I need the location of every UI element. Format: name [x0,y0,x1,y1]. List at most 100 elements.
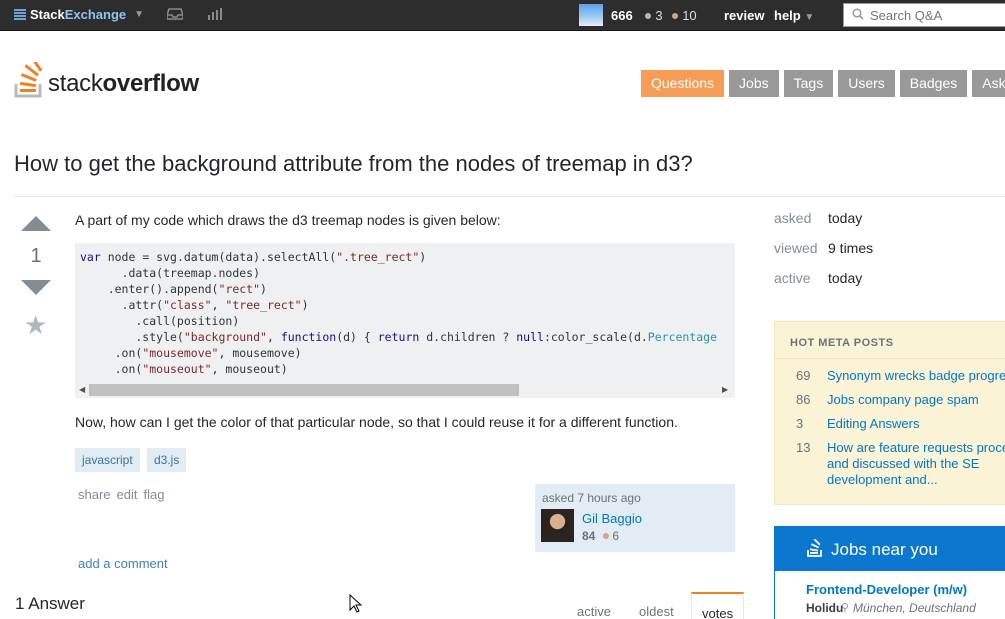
stat-value[interactable]: today [828,270,862,286]
code-line: .on("mousemove", mousemove) [80,346,302,360]
stackexchange-icon [14,8,26,21]
bronze-badge-icon [672,13,679,19]
code-line: .style("background", function(d) { retur… [80,330,718,344]
reputation-count: 666 [611,8,633,23]
favorite-star-icon[interactable]: ★ [24,310,47,341]
jobs-near-you: Jobs near you Frontend-Developer (m/w) H… [774,526,1005,619]
vote-count: 1 [30,245,42,267]
owner-reputation: 84 6 [582,529,619,543]
tag-javascript[interactable]: javascript [75,448,140,472]
add-comment-link[interactable]: add a comment [78,556,168,571]
code-line: .enter().append("rect") [80,282,267,296]
flag-link[interactable]: flag [144,487,165,502]
code-horizontal-scrollbar[interactable]: ◀ ▶ [75,382,735,398]
jobs-header: Jobs near you [775,527,1005,571]
mouse-cursor-icon [349,594,362,613]
search-input[interactable] [870,7,1000,23]
hot-meta-posts: HOT META POSTS 69 Synonym wrecks badge pr… [774,321,1005,505]
scrollbar-thumb[interactable] [89,384,519,396]
reputation-summary[interactable]: 666 3 10 [611,8,697,23]
main-nav: Questions Jobs Tags Users Badges Ask [641,70,1005,97]
sort-tab-votes[interactable]: votes [691,592,745,619]
stat-viewed: viewed 9 times [774,240,873,256]
downvote-button[interactable] [21,280,51,295]
stackoverflow-icon [807,538,823,562]
meta-post-count: 69 [796,368,811,383]
sort-tab-oldest[interactable]: oldest [639,604,674,619]
logo-stack: stack [48,70,103,97]
upvote-button[interactable] [21,216,51,231]
question-intro: A part of my code which draws the d3 tre… [75,212,501,228]
sort-tab-active[interactable]: active [577,604,611,619]
achievements-icon[interactable] [207,8,223,23]
nav-questions[interactable]: Questions [641,70,725,97]
question-followup: Now, how can I get the color of that par… [75,414,678,430]
brand-stack: Stack [30,7,65,22]
owner-bronze-count: 6 [612,529,620,543]
code-line: .call(position) [80,314,240,328]
jobs-heading: Jobs near you [831,540,938,559]
stat-label: asked [774,210,812,226]
answers-heading: 1 Answer [15,594,85,613]
nav-badges[interactable]: Badges [899,70,968,97]
stat-label: viewed [774,240,818,256]
top-bar: Stack Exchange ▼ 666 3 10 review help ▼ [0,0,1005,31]
stat-value: 9 times [828,240,874,256]
tag-d3js[interactable]: d3.js [147,448,187,472]
code-line: .data(treemap.nodes) [80,266,261,280]
logo-overflow: overflow [102,70,200,97]
help-link[interactable]: help ▼ [774,8,814,23]
title-divider [14,196,1005,197]
search-icon [852,7,864,23]
meta-heading: HOT META POSTS [790,337,894,349]
silver-badge-icon [645,13,652,19]
nav-jobs[interactable]: Jobs [729,70,779,97]
post-owner-card: asked 7 hours ago Gil Baggio 84 6 [535,484,735,552]
search-box[interactable] [843,3,1005,27]
post-menu: share edit flag [78,487,164,502]
help-label: help [774,8,801,23]
location-pin-icon: ⚲ [841,602,850,614]
job-title-link[interactable]: Frontend-Developer (m/w) [806,582,967,597]
job-company: Holidu [806,601,844,615]
user-avatar[interactable] [579,4,603,26]
edit-link[interactable]: edit [117,487,138,502]
chevron-down-icon: ▼ [134,9,145,20]
meta-post-title[interactable]: Editing Answers [827,416,1005,432]
scroll-right-icon[interactable]: ▶ [722,385,728,394]
meta-post-title[interactable]: Synonym wrecks badge progre [827,368,1005,384]
owner-name[interactable]: Gil Baggio [582,511,642,526]
chevron-down-icon: ▼ [804,12,815,23]
nav-ask[interactable]: Ask [972,70,1005,97]
share-link[interactable]: share [78,487,111,502]
stat-label: active [774,270,811,286]
meta-post-count: 86 [796,392,811,407]
brand-exchange: Exchange [64,7,127,22]
review-link[interactable]: review [724,8,764,23]
stackoverflow-icon [14,56,44,98]
meta-post-count: 3 [796,416,804,431]
stat-asked: asked today [774,210,862,226]
logo-wordmark: stackoverflow [48,70,199,98]
code-block: var node = svg.datum(data).selectAll(".t… [75,243,735,398]
meta-post-title[interactable]: Jobs company page spam [827,392,1005,408]
nav-tags[interactable]: Tags [783,70,834,97]
meta-post-count: 13 [796,440,811,455]
scroll-left-icon[interactable]: ◀ [79,385,85,394]
stat-active: active today [774,270,862,286]
nav-users[interactable]: Users [838,70,895,97]
inbox-icon[interactable] [166,8,184,23]
bronze-badge-icon [603,533,610,539]
meta-post-title[interactable]: How are feature requests proce and discu… [827,440,1005,488]
stackoverflow-logo[interactable]: stackoverflow [14,56,199,98]
code-text: var node = svg.datum(data).selectAll(".t… [80,249,717,377]
code-line: .on("mouseout", mouseout) [80,362,288,376]
question-title[interactable]: How to get the background attribute from… [14,151,693,177]
job-location: München, Deutschland [853,601,976,615]
owner-rep-count: 84 [582,529,596,543]
code-line: .attr("class", "tree_rect") [80,298,309,312]
stat-value: today [828,210,863,226]
stackexchange-menu[interactable]: Stack Exchange ▼ [14,7,144,22]
owner-avatar[interactable] [541,509,574,542]
silver-badge-count: 3 [655,8,663,23]
